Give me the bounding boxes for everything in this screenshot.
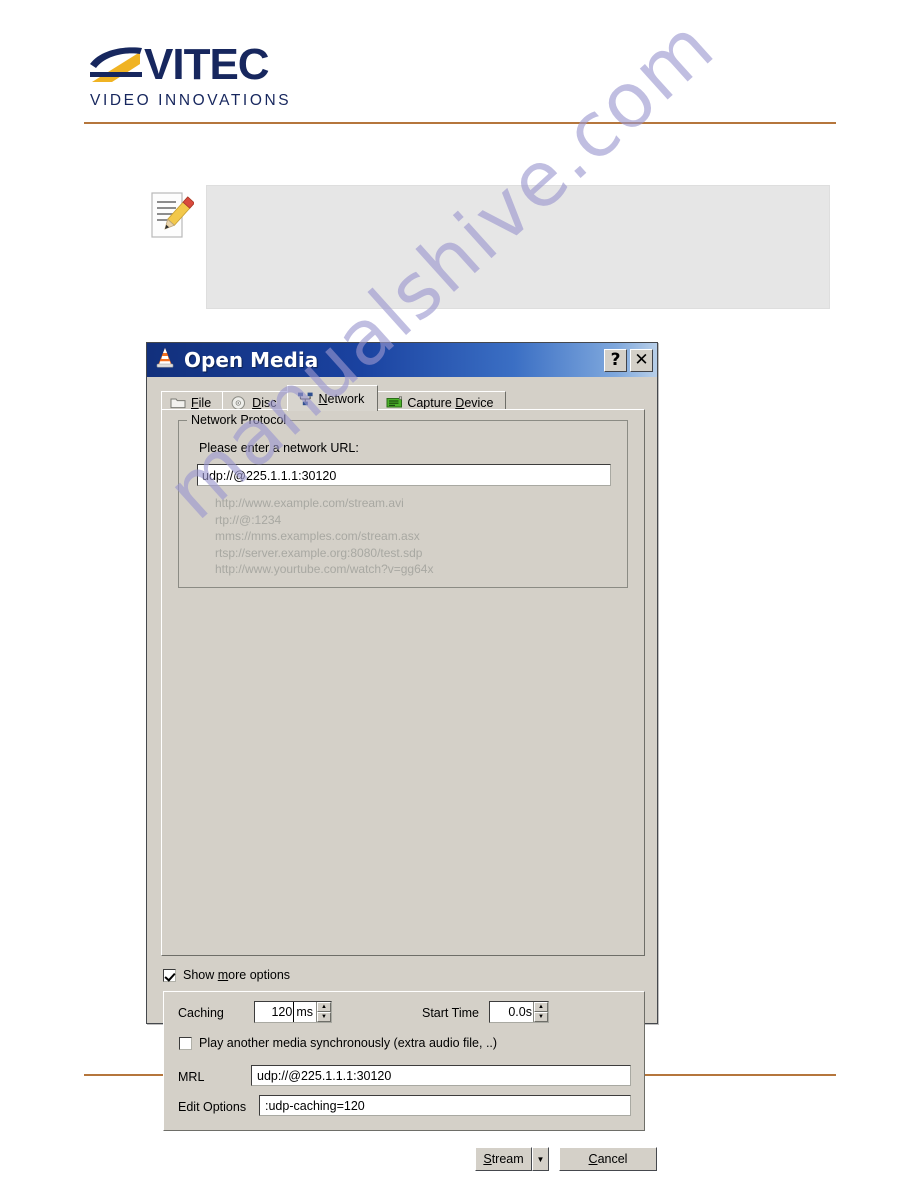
- stream-button[interactable]: Stream: [475, 1147, 532, 1171]
- vitec-logo-mark-icon: [88, 46, 150, 90]
- dialog-button-bar: Stream ▼ Cancel: [147, 1143, 659, 1183]
- sync-play-checkbox[interactable]: [179, 1036, 192, 1050]
- chevron-down-icon: ▼: [536, 1154, 545, 1164]
- stream-button-label: Stream: [483, 1152, 524, 1166]
- example-line: rtp://@:1234: [215, 512, 282, 527]
- example-line: mms://mms.examples.com/stream.asx: [215, 529, 420, 543]
- network-nodes-icon: [297, 392, 314, 406]
- note-pencil-icon: [146, 190, 196, 242]
- vitec-wordmark: VITEC: [144, 40, 270, 89]
- tab-network[interactable]: Network: [287, 385, 379, 411]
- sync-play-row[interactable]: Play another media synchronously (extra …: [179, 1036, 497, 1050]
- note-callout: [146, 185, 836, 310]
- show-more-options-row[interactable]: Show more options: [163, 968, 290, 982]
- caching-label: Caching: [178, 1006, 224, 1020]
- network-url-input[interactable]: udp://@225.1.1.1:30120: [197, 464, 611, 486]
- caching-value[interactable]: 120: [255, 1002, 293, 1022]
- stream-dropdown-button[interactable]: ▼: [532, 1147, 549, 1171]
- folder-icon: [170, 396, 186, 410]
- start-time-decrement-icon[interactable]: ▼: [534, 1012, 548, 1022]
- start-time-value[interactable]: 0.0s: [490, 1002, 533, 1022]
- cancel-button[interactable]: Cancel: [559, 1147, 657, 1171]
- note-text: [206, 185, 830, 309]
- vlc-cone-icon: [155, 347, 175, 374]
- mrl-input[interactable]: udp://@225.1.1.1:30120: [251, 1065, 631, 1086]
- start-time-increment-icon[interactable]: ▲: [534, 1002, 548, 1012]
- more-options-panel: Caching 120 ms ▲ ▼ Start Time 0.0s ▲ ▼ P…: [163, 991, 645, 1131]
- network-protocol-group: Network Protocol Please enter a network …: [178, 413, 628, 588]
- show-more-options-label: Show more options: [183, 968, 291, 982]
- tab-network-label: Network: [318, 391, 365, 406]
- start-time-stepper-buttons[interactable]: ▲ ▼: [533, 1002, 548, 1022]
- edit-options-input[interactable]: :udp-caching=120: [259, 1095, 631, 1116]
- open-media-dialog: Open Media ? ✕ File Disc Network Capture…: [146, 342, 658, 1171]
- caching-increment-icon[interactable]: ▲: [317, 1002, 331, 1012]
- network-protocol-legend: Network Protocol: [187, 413, 291, 427]
- page-header: VITEC VIDEO INNOVATIONS: [0, 0, 918, 135]
- tab-capture-device-label: Capture Device: [407, 395, 494, 410]
- mrl-label: MRL: [178, 1070, 205, 1084]
- start-time-stepper[interactable]: 0.0s ▲ ▼: [489, 1001, 549, 1023]
- caching-stepper-buttons[interactable]: ▲ ▼: [316, 1002, 331, 1022]
- close-button[interactable]: ✕: [630, 348, 653, 372]
- network-tab-panel: Network Protocol Please enter a network …: [161, 409, 645, 956]
- caching-stepper[interactable]: 120 ms ▲ ▼: [254, 1001, 332, 1023]
- example-line: rtsp://server.example.org:8080/test.sdp: [215, 545, 423, 560]
- caching-decrement-icon[interactable]: ▼: [317, 1012, 331, 1022]
- show-more-options-checkbox[interactable]: [163, 968, 176, 982]
- vitec-logo: VITEC VIDEO INNOVATIONS: [88, 42, 348, 112]
- help-button[interactable]: ?: [604, 348, 627, 372]
- cancel-button-label: Cancel: [588, 1152, 628, 1166]
- disc-icon: [231, 395, 247, 410]
- example-line: http://www.yourtube.com/watch?v=gg64x: [215, 562, 434, 576]
- tabstrip: File Disc Network Capture Device: [161, 385, 657, 413]
- capture-card-icon: [386, 395, 403, 410]
- caching-unit: ms: [293, 1002, 316, 1022]
- dialog-titlebar[interactable]: Open Media ? ✕: [147, 343, 657, 377]
- start-time-label: Start Time: [422, 1006, 479, 1020]
- header-divider: [84, 122, 836, 124]
- example-line: http://www.example.com/stream.avi: [215, 496, 404, 510]
- sync-play-label: Play another media synchronously (extra …: [199, 1036, 498, 1050]
- tab-file-label: File: [191, 395, 212, 410]
- edit-options-label: Edit Options: [178, 1100, 247, 1114]
- vitec-tagline: VIDEO INNOVATIONS: [90, 92, 292, 109]
- network-url-label: Please enter a network URL:: [199, 441, 359, 455]
- tab-disc-label: Disc: [252, 395, 277, 410]
- network-url-examples: http://www.example.com/stream.avi rtp://…: [215, 495, 433, 578]
- dialog-title: Open Media: [184, 348, 319, 372]
